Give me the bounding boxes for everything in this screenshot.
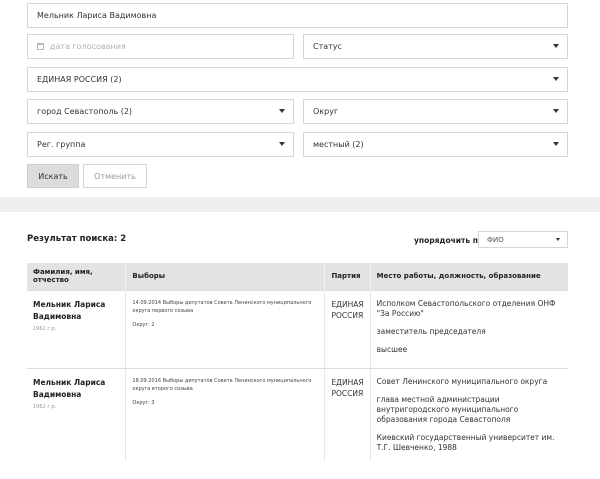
chevron-down-icon [279, 109, 285, 113]
job-position: глава местной администрации внутригородс… [376, 394, 519, 424]
birth-year: 1962 г.р. [33, 403, 57, 410]
cell-name: Мельник Лариса Вадимовна 1962 г.р. [27, 367, 127, 461]
search-button[interactable]: Искать [27, 164, 79, 188]
job-place: Совет Ленинского муниципального округа [376, 376, 548, 386]
cell-name: Мельник Лариса Вадимовна 1962 г.р. [27, 289, 127, 368]
chevron-down-icon [553, 142, 559, 146]
column-header-name[interactable]: Фамилия, имя, отчество [27, 263, 127, 290]
sort-label: упорядочить по [414, 236, 484, 245]
job-position: заместитель председателя [376, 326, 486, 336]
column-header-election[interactable]: Выборы [125, 263, 326, 290]
chevron-down-icon [279, 142, 285, 146]
column-header-job[interactable]: Место работы, должность, образование [370, 263, 568, 290]
chevron-down-icon [556, 238, 560, 241]
column-header-party[interactable]: Партия [324, 263, 371, 290]
name-input-value: Мельник Лариса Вадимовна [37, 11, 157, 20]
cell-party: ЕДИНАЯ РОССИЯ [324, 289, 371, 368]
cell-job: Совет Ленинского муниципального округа г… [370, 367, 568, 461]
reg-group-select[interactable]: Рег. группа [27, 132, 294, 157]
election-text: 14.09.2014 Выборы депутатов Совета Ленин… [132, 299, 312, 314]
party-text: ЕДИНАЯ РОССИЯ [331, 377, 364, 398]
sort-select-value: ФИО [487, 235, 504, 244]
candidate-name-link[interactable]: Мельник Лариса Вадимовна [33, 299, 119, 323]
job-place: Исполком Севастопольского отделения ОНФ … [376, 298, 556, 318]
status-select[interactable]: Статус [303, 34, 568, 59]
region-select-value: город Севастополь (2) [37, 107, 133, 116]
level-select[interactable]: местный (2) [303, 132, 568, 157]
education: высшее [376, 344, 408, 354]
birth-year: 1962 г.р. [33, 325, 57, 332]
sort-select[interactable]: ФИО [478, 231, 568, 248]
table-row[interactable]: Мельник Лариса Вадимовна 1962 г.р. 14.09… [27, 289, 568, 368]
chevron-down-icon [553, 44, 559, 48]
okrug-text: Округ: 2 [132, 321, 155, 328]
party-select[interactable]: ЕДИНАЯ РОССИЯ (2) [27, 67, 568, 92]
chevron-down-icon [553, 109, 559, 113]
results-table: Фамилия, имя, отчество Выборы Партия Мес… [27, 263, 568, 461]
party-select-value: ЕДИНАЯ РОССИЯ (2) [37, 75, 122, 84]
level-select-value: местный (2) [313, 140, 364, 149]
okrug-text: Округ: 3 [132, 399, 155, 406]
table-row[interactable]: Мельник Лариса Вадимовна 1962 г.р. 18.09… [27, 367, 568, 461]
cell-party: ЕДИНАЯ РОССИЯ [324, 367, 371, 461]
search-form: Мельник Лариса Вадимовна дата голосовани… [0, 0, 600, 197]
table-header: Фамилия, имя, отчество Выборы Партия Мес… [27, 263, 568, 290]
cell-election: 18.09.2016 Выборы депутатов Совета Ленин… [125, 367, 326, 461]
candidate-name-link[interactable]: Мельник Лариса Вадимовна [33, 377, 119, 401]
cancel-button[interactable]: Отменить [83, 164, 147, 188]
cell-job: Исполком Севастопольского отделения ОНФ … [370, 289, 568, 368]
cell-election: 14.09.2014 Выборы депутатов Совета Ленин… [125, 289, 326, 368]
district-select-value: Округ [313, 107, 339, 116]
date-input[interactable]: дата голосования [27, 34, 294, 59]
district-select[interactable]: Округ [303, 99, 568, 124]
election-text: 18.09.2016 Выборы депутатов Совета Ленин… [132, 377, 312, 392]
chevron-down-icon [553, 77, 559, 81]
region-select[interactable]: город Севастополь (2) [27, 99, 294, 124]
results-count: Результат поиска: 2 [27, 234, 127, 244]
status-select-value: Статус [313, 42, 342, 51]
party-text: ЕДИНАЯ РОССИЯ [331, 299, 364, 320]
date-placeholder: дата голосования [50, 42, 126, 51]
calendar-icon [37, 43, 44, 50]
results-panel: Результат поиска: 2 упорядочить по ФИО Ф… [0, 212, 600, 479]
education: Киевский государственный университет им.… [376, 432, 555, 452]
reg-group-select-value: Рег. группа [37, 140, 86, 149]
name-input[interactable]: Мельник Лариса Вадимовна [27, 3, 568, 28]
